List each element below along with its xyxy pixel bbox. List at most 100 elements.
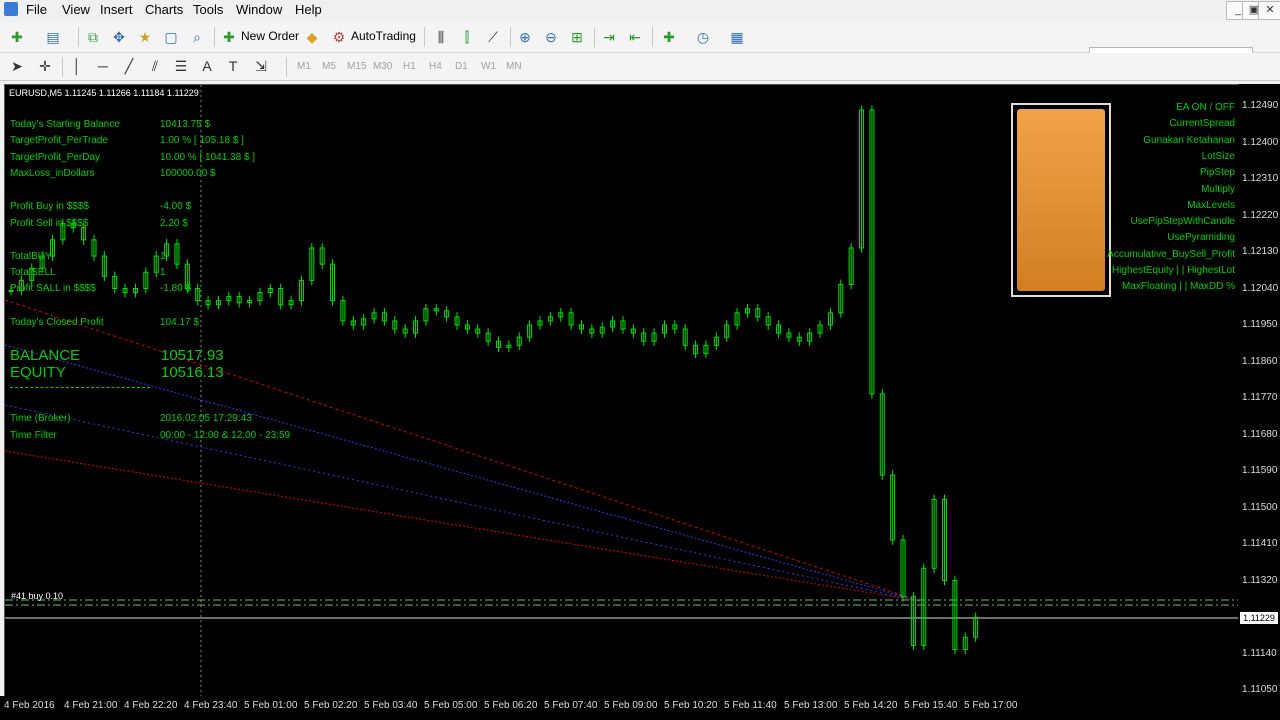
- separator: [62, 57, 63, 77]
- ea-setting-label[interactable]: UsePipStepWithCandle: [1131, 216, 1236, 227]
- timeframe-m1[interactable]: M1: [297, 61, 311, 72]
- text-label-icon[interactable]: T: [224, 57, 242, 75]
- menu-help[interactable]: Help: [295, 2, 322, 17]
- ea-setting-label[interactable]: MaxFloating | | MaxDD %: [1122, 281, 1235, 292]
- time-broker-value: 2016.02.05 17:29:43: [160, 413, 252, 424]
- arrows-icon[interactable]: ⇲: [252, 57, 270, 75]
- text-icon[interactable]: A: [198, 57, 216, 75]
- price-tick: 1.11590: [1242, 465, 1278, 476]
- strategy-tester-icon[interactable]: ⌕: [188, 28, 206, 46]
- ea-panel-button[interactable]: [1017, 109, 1105, 291]
- vertical-line-icon[interactable]: │: [68, 57, 86, 75]
- terminal-icon[interactable]: ▢: [162, 28, 180, 46]
- ea-setting-label[interactable]: Accumulative_BuySell_Profit: [1107, 249, 1235, 260]
- ea-setting-label[interactable]: MaxLevels: [1187, 200, 1235, 211]
- candlestick-icon[interactable]: ⫿: [458, 28, 476, 46]
- bar-chart-icon[interactable]: ⫼: [432, 28, 450, 46]
- timeframe-h1[interactable]: H1: [403, 61, 416, 72]
- chart-shift-icon[interactable]: ⇤: [626, 28, 644, 46]
- zoom-out-icon[interactable]: ⊖: [542, 28, 560, 46]
- time-tick: 5 Feb 09:00: [604, 700, 658, 711]
- indicators-icon[interactable]: ✚: [660, 28, 678, 46]
- time-axis: 4 Feb 2016 4 Feb 21:00 4 Feb 22:20 4 Feb 23…: [0, 696, 1280, 720]
- timeframe-h4[interactable]: H4: [429, 61, 442, 72]
- zoom-in-icon[interactable]: ⊕: [516, 28, 534, 46]
- time-broker-label: Time (Broker): [10, 413, 71, 424]
- new-chart-icon[interactable]: ✚: [8, 28, 26, 46]
- menu-view[interactable]: View: [62, 2, 90, 17]
- metaeditor-icon[interactable]: ◆: [303, 28, 321, 46]
- price-tick: 1.11140: [1242, 647, 1277, 659]
- timeframe-w1[interactable]: W1: [481, 61, 496, 72]
- price-tick: 1.11860: [1242, 355, 1278, 367]
- separator: [78, 27, 79, 47]
- ea-setting-label[interactable]: EA ON / OFF: [1176, 102, 1235, 113]
- price-axis: 1.12490 1.12400 1.12310 1.12220 1.12130 1.120…: [1238, 84, 1280, 696]
- ea-setting-label[interactable]: UsePyramiding: [1167, 232, 1235, 243]
- autotrading-button[interactable]: AutoTrading: [351, 29, 416, 43]
- time-tick: 5 Feb 05:00: [424, 700, 478, 711]
- data-window-icon[interactable]: ★: [136, 28, 154, 46]
- time-tick: 4 Feb 2016: [4, 700, 55, 711]
- menu-insert[interactable]: Insert: [100, 2, 133, 17]
- info-label: Today's Closed Profit: [10, 316, 104, 328]
- time-tick: 4 Feb 22:20: [124, 700, 178, 711]
- fibonacci-icon[interactable]: ☰: [172, 57, 190, 75]
- trendline-icon[interactable]: ╱: [120, 57, 138, 75]
- menu-file[interactable]: File: [26, 2, 47, 17]
- ea-setting-label[interactable]: LotSize: [1202, 151, 1235, 162]
- trendline-red-lower: [5, 450, 921, 602]
- ea-control-panel[interactable]: [1011, 103, 1111, 297]
- timeframe-mn[interactable]: MN: [506, 61, 522, 72]
- timeframe-m5[interactable]: M5: [322, 61, 336, 72]
- price-chart[interactable]: EURUSD,M5 1.11245 1.11266 1.11184 1.1122…: [4, 84, 1240, 698]
- periods-icon[interactable]: ◷: [694, 28, 712, 46]
- timeframe-d1[interactable]: D1: [455, 61, 468, 72]
- close-button[interactable]: ✕: [1258, 1, 1280, 20]
- navigator-icon[interactable]: ✥: [110, 28, 128, 46]
- info-label: MaxLoss_inDollars: [10, 167, 95, 179]
- time-tick: 5 Feb 01:00: [244, 700, 298, 711]
- market-watch-icon[interactable]: ⧉: [84, 28, 102, 46]
- auto-scroll-icon[interactable]: ⇥: [600, 28, 618, 46]
- price-tick: 1.12490: [1242, 100, 1279, 111]
- tile-windows-icon[interactable]: ⊞: [568, 28, 586, 46]
- autotrading-icon[interactable]: ⚙: [330, 28, 348, 46]
- ea-setting-label[interactable]: Gunakan Ketahanan: [1143, 135, 1235, 146]
- price-tick: 1.12400: [1242, 136, 1279, 148]
- ea-setting-label[interactable]: HighestEquity | | HighestLot: [1112, 265, 1235, 276]
- info-value: -1.80 $: [160, 283, 192, 295]
- timeframe-m15[interactable]: M15: [347, 61, 366, 72]
- channel-icon[interactable]: ⫽: [146, 57, 164, 75]
- templates-icon[interactable]: ▦: [728, 28, 746, 46]
- menu-bar: File View Insert Charts Tools Window Hel…: [0, 0, 1280, 20]
- line-chart-icon[interactable]: ⟋: [484, 28, 502, 46]
- price-tick: 1.12130: [1242, 246, 1279, 257]
- profiles-icon[interactable]: ▤: [44, 28, 62, 46]
- new-order-icon[interactable]: ✚: [220, 28, 238, 46]
- time-tick: 5 Feb 11:40: [724, 700, 777, 711]
- horizontal-line-icon[interactable]: ─: [94, 57, 112, 75]
- trendline-blue: [5, 344, 921, 602]
- symbol-header: EURUSD,M5 1.11245 1.11266 1.11184 1.1122…: [9, 88, 199, 98]
- trendline-red: [5, 299, 921, 602]
- price-tick: 1.11950: [1242, 319, 1278, 330]
- menu-tools[interactable]: Tools: [193, 2, 223, 17]
- info-label: Profit Buy in $$$$: [10, 201, 89, 213]
- price-tick: 1.11500: [1242, 501, 1278, 513]
- crosshair-icon[interactable]: ✛: [36, 57, 54, 75]
- info-value: 100000.00 $: [160, 167, 216, 179]
- new-order-button[interactable]: New Order: [241, 29, 299, 43]
- ea-setting-label[interactable]: PipStep: [1200, 167, 1235, 178]
- balance-value: 10517.93: [161, 347, 224, 364]
- ea-setting-label[interactable]: Multiply: [1201, 184, 1235, 195]
- cursor-icon[interactable]: ➤: [8, 57, 26, 75]
- info-label: TotalSELL: [10, 267, 56, 279]
- info-value: -4.00 $: [160, 201, 192, 213]
- ea-setting-label[interactable]: CurrentSpread: [1169, 118, 1235, 129]
- info-value: 10.00 % [ 1041.38 $ ]: [160, 151, 256, 163]
- price-tick: 1.11770: [1242, 392, 1278, 403]
- menu-charts[interactable]: Charts: [145, 2, 183, 17]
- menu-window[interactable]: Window: [236, 2, 282, 17]
- timeframe-m30[interactable]: M30: [373, 61, 392, 72]
